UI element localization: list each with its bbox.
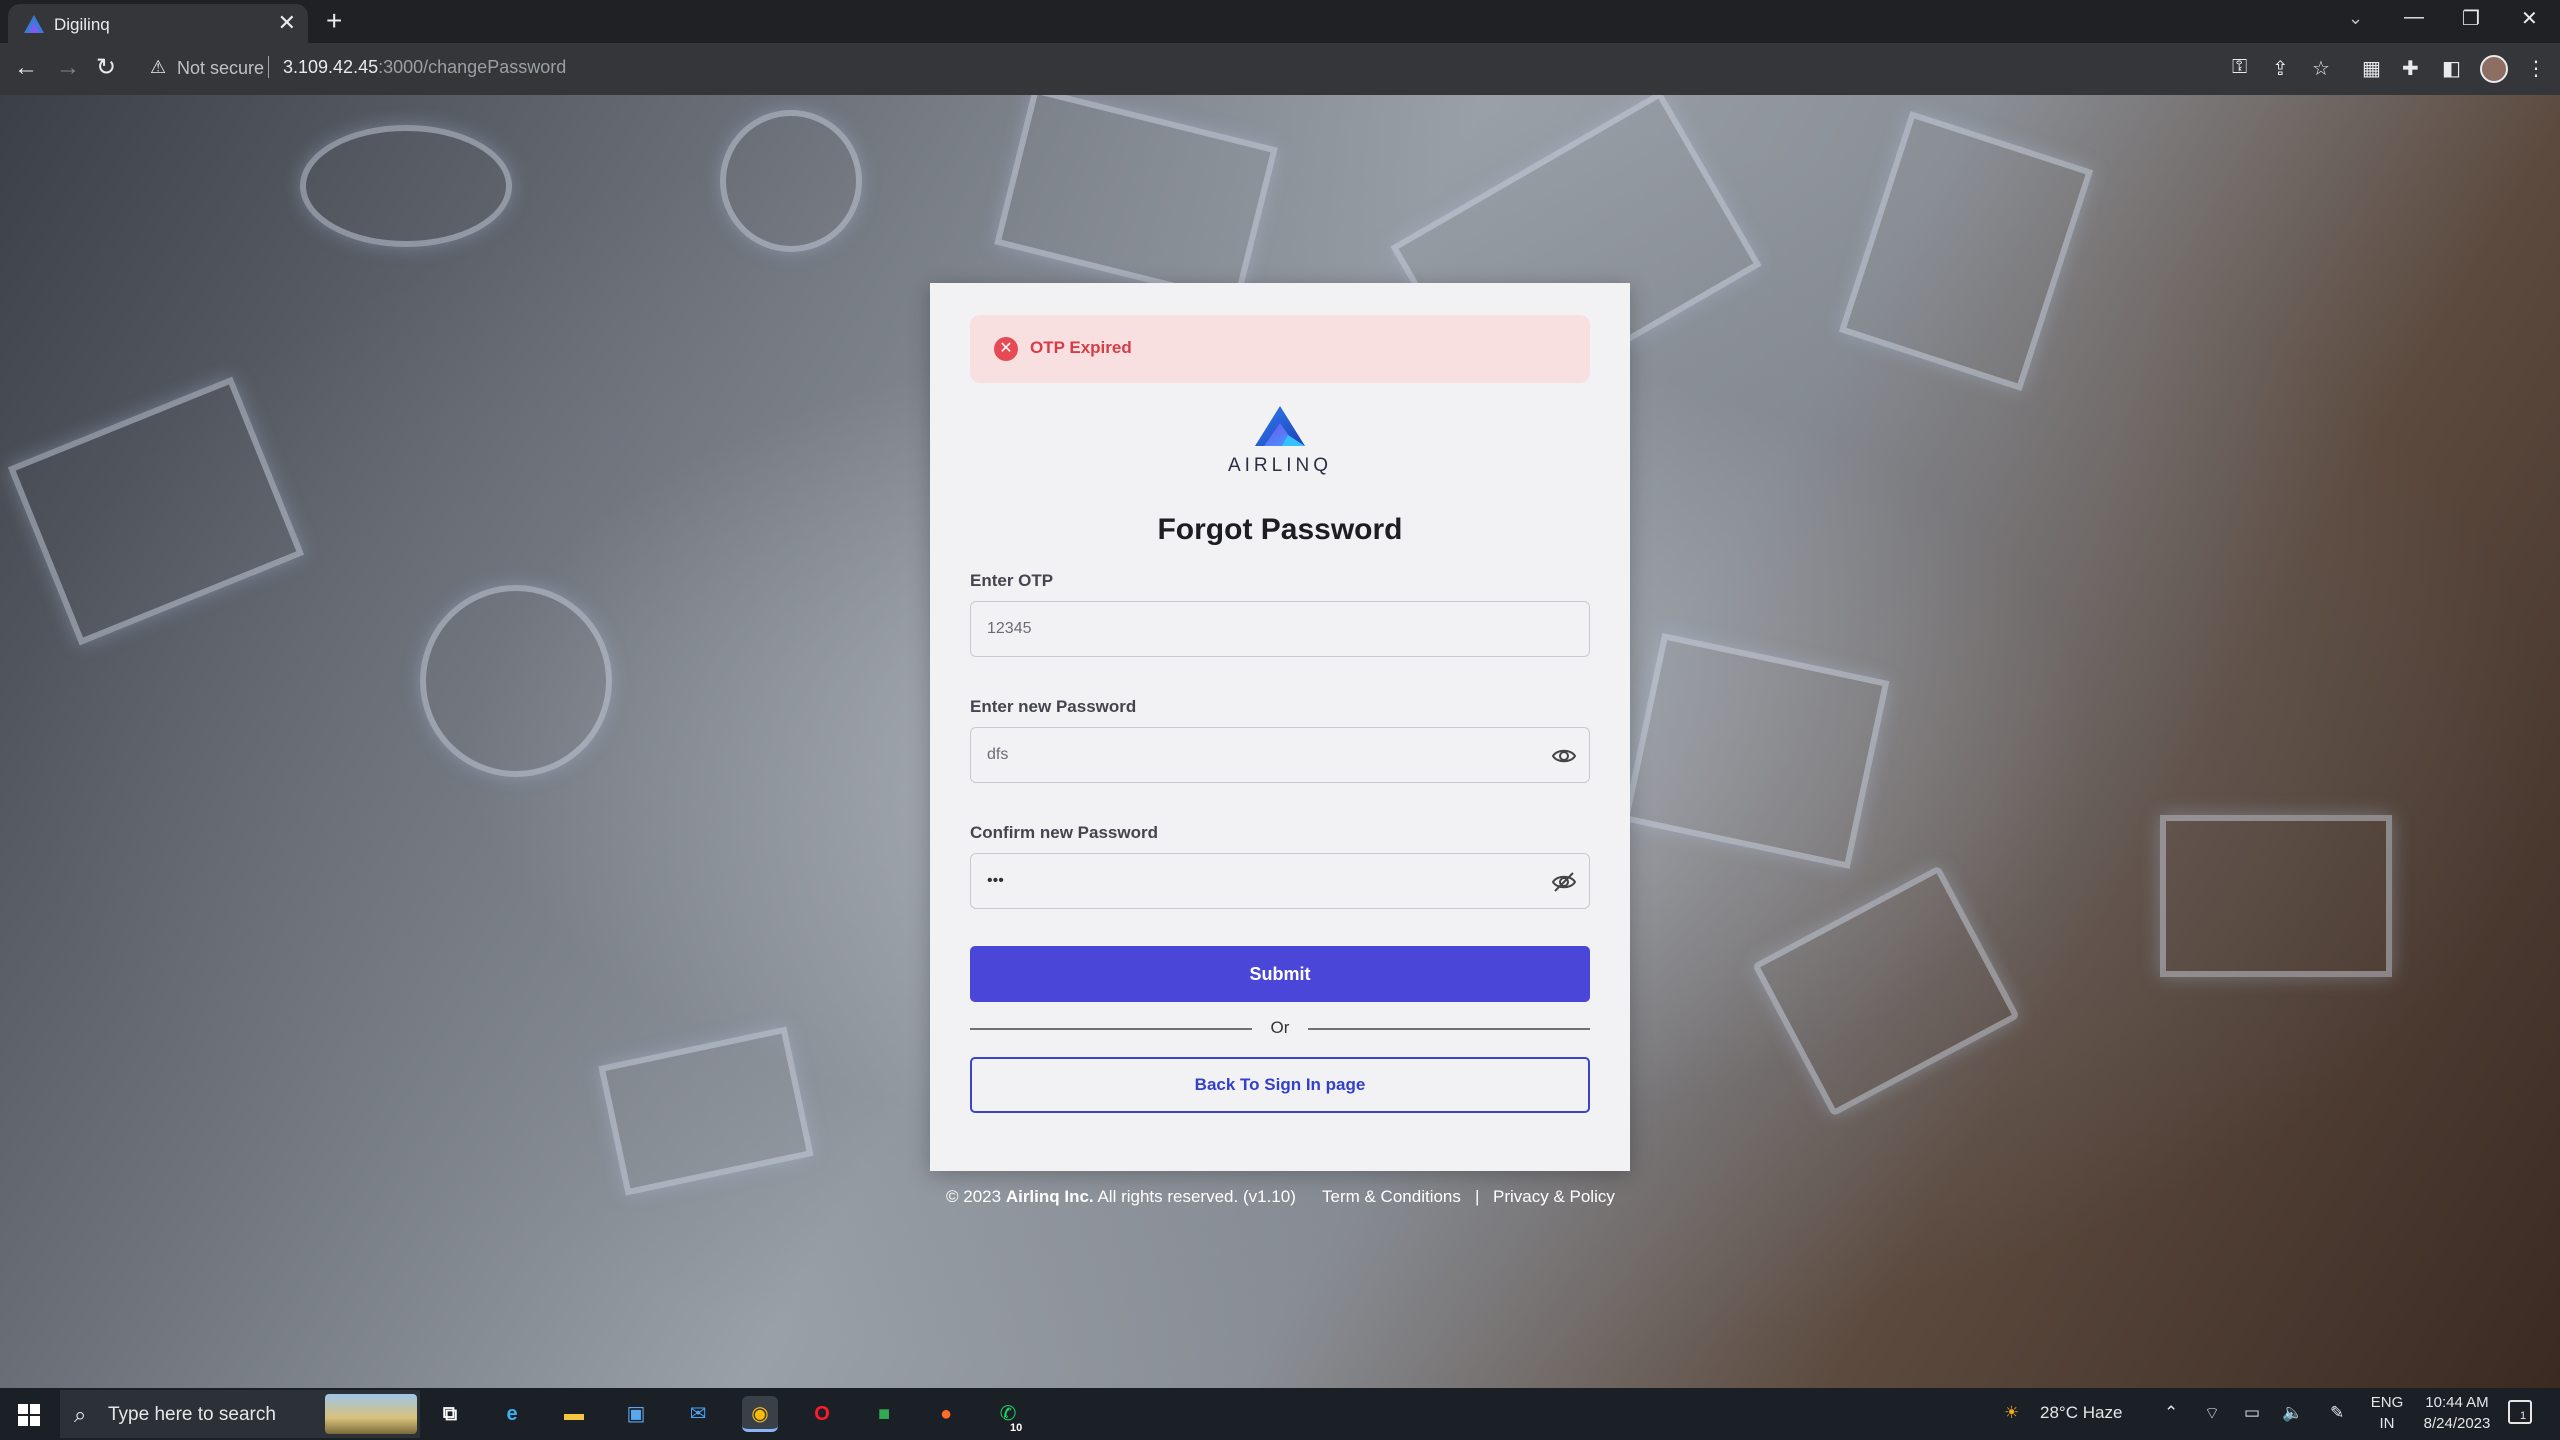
taskbar-search-box[interactable]: ⌕ Type here to search (60, 1390, 420, 1438)
pen-icon[interactable]: ✎ (2330, 1403, 2344, 1423)
rights-text: All rights reserved. (v1.10) (1097, 1187, 1296, 1206)
confirm-password-input[interactable]: ••• (970, 853, 1590, 909)
paper-plane-deco-icon (1752, 865, 2020, 1117)
chrome-icon[interactable]: ◉ (742, 1396, 778, 1432)
error-icon: ✕ (994, 337, 1018, 361)
search-placeholder: Type here to search (108, 1404, 276, 1425)
terms-link[interactable]: Term & Conditions (1322, 1187, 1461, 1207)
new-password-input[interactable]: dfs (970, 727, 1590, 783)
copyright-prefix: © 2023 (946, 1187, 1002, 1206)
key-icon[interactable]: ⚿ (2232, 56, 2247, 79)
warning-icon[interactable]: ⚠ (150, 57, 166, 78)
copyright-text: © 2023 Airlinq Inc. All rights reserved.… (946, 1187, 1296, 1207)
microsoft-store-icon[interactable]: ▣ (618, 1396, 654, 1432)
address-bar[interactable]: 3.109.42.45:3000/changePassword (283, 57, 566, 78)
extensions-puzzle-icon[interactable]: ✚ (2402, 56, 2419, 81)
company-name: Airlinq Inc. (1005, 1187, 1094, 1206)
restore-icon[interactable]: ❐ (2462, 6, 2480, 31)
chat-bubble-deco-icon (300, 125, 512, 247)
file-explorer-icon[interactable]: ▬ (556, 1396, 592, 1432)
browser-tabstrip: Digilinq ✕ + ⌄ — ❐ ✕ (0, 0, 2560, 43)
logo-wordmark: AIRLINQ (1227, 455, 1333, 476)
airlinq-favicon-icon (24, 15, 44, 33)
windows-start-icon[interactable] (18, 1404, 40, 1426)
task-view-icon[interactable]: ⧉ (432, 1396, 468, 1432)
presentation-deco-icon (2160, 815, 2392, 977)
otp-label: Enter OTP (970, 571, 1054, 590)
close-window-icon[interactable]: ✕ (2521, 6, 2538, 31)
hide-password-eye-slash-icon[interactable] (1551, 869, 1577, 895)
more-menu-icon[interactable]: ⋮ (2526, 56, 2546, 81)
edge-icon[interactable]: e (494, 1396, 530, 1432)
browser-tab[interactable]: Digilinq ✕ (8, 4, 308, 43)
browser-toolbar: ← → ↻ ⚠ Not secure 3.109.42.45:3000/chan… (0, 43, 2560, 95)
alert-message: OTP Expired (1030, 338, 1132, 357)
forgot-password-card: ✕ OTP Expired AIRLINQ Forgot Password En… (930, 283, 1630, 1171)
network-icon[interactable]: ⌔ (2204, 1403, 2220, 1424)
omnibox-divider (268, 56, 269, 78)
bookmark-star-icon[interactable]: ☆ (2312, 56, 2330, 81)
volume-icon[interactable]: 🔈 (2282, 1403, 2303, 1423)
show-hidden-icons-chevron-icon[interactable]: ⌃ (2164, 1403, 2178, 1423)
privacy-link[interactable]: Privacy & Policy (1493, 1187, 1615, 1207)
mail-icon[interactable]: ✉ (680, 1396, 716, 1432)
compass-app-icon[interactable]: ● (928, 1396, 964, 1432)
share-icon[interactable]: ⇪ (2272, 56, 2289, 81)
tab-search-icon[interactable]: ⌄ (2348, 8, 2363, 29)
notification-count: 1 (2520, 1410, 2527, 1422)
meet-icon[interactable]: ■ (866, 1396, 902, 1432)
tab-close-icon[interactable]: ✕ (278, 12, 296, 34)
extension-icon[interactable]: ▦ (2362, 56, 2381, 81)
not-secure-label[interactable]: Not secure (177, 58, 264, 79)
reload-icon[interactable]: ↻ (96, 55, 116, 81)
or-divider-right (1308, 1028, 1590, 1030)
pie-chart-deco-2-icon (420, 585, 612, 777)
forward-icon[interactable]: → (56, 55, 80, 81)
weather-text[interactable]: 28°C Haze (2040, 1403, 2122, 1423)
pie-chart-deco-icon (720, 110, 862, 252)
clock-date[interactable]: 8/24/2023 (2412, 1415, 2502, 1432)
search-icon: ⌕ (74, 1402, 87, 1427)
whatsapp-badge: 10 (1010, 1422, 1023, 1434)
whatsapp-icon[interactable]: ✆ 10 (990, 1396, 1026, 1434)
show-password-eye-icon[interactable] (1551, 743, 1577, 769)
footer-separator: | (1475, 1187, 1480, 1206)
profile-avatar[interactable] (2480, 55, 2508, 83)
windows-taskbar: ⌕ Type here to search ⧉ e ▬ ▣ ✉ ◉ O ■ ● … (0, 1388, 2560, 1440)
url-path: :3000/changePassword (378, 57, 567, 77)
language-indicator-bottom[interactable]: IN (2370, 1415, 2404, 1432)
document-deco-icon (1838, 111, 2094, 391)
minimize-icon[interactable]: — (2404, 6, 2424, 29)
new-tab-button[interactable]: + (326, 4, 342, 38)
page-title: Forgot Password (1157, 513, 1403, 546)
submit-button[interactable]: Submit (970, 946, 1590, 1002)
message-deco-icon (598, 1026, 814, 1196)
new-password-label: Enter new Password (970, 697, 1137, 716)
back-to-sign-in-button[interactable]: Back To Sign In page (970, 1057, 1590, 1113)
battery-icon[interactable]: ▭ (2244, 1403, 2260, 1423)
side-panel-icon[interactable]: ◧ (2442, 56, 2461, 81)
otp-expired-alert: ✕ OTP Expired (970, 315, 1590, 383)
weather-icon[interactable]: ☀ (2004, 1403, 2019, 1423)
language-indicator-top[interactable]: ENG (2370, 1394, 2404, 1411)
folder-deco-icon (7, 376, 305, 646)
folder-deco-2-icon (1622, 632, 1890, 870)
search-highlight-image (325, 1394, 417, 1434)
back-icon[interactable]: ← (14, 55, 38, 81)
envelope-deco-icon (994, 95, 1278, 306)
opera-icon[interactable]: O (804, 1396, 840, 1432)
otp-value: 12345 (987, 620, 1032, 637)
confirm-password-value: ••• (987, 872, 1004, 889)
notification-center-icon[interactable]: 1 (2508, 1400, 2532, 1424)
tab-title: Digilinq (54, 15, 110, 34)
url-host: 3.109.42.45 (283, 57, 379, 77)
new-password-value: dfs (987, 746, 1009, 763)
clock-time[interactable]: 10:44 AM (2412, 1394, 2502, 1411)
otp-input[interactable]: 12345 (970, 601, 1590, 657)
confirm-password-label: Confirm new Password (970, 823, 1158, 842)
